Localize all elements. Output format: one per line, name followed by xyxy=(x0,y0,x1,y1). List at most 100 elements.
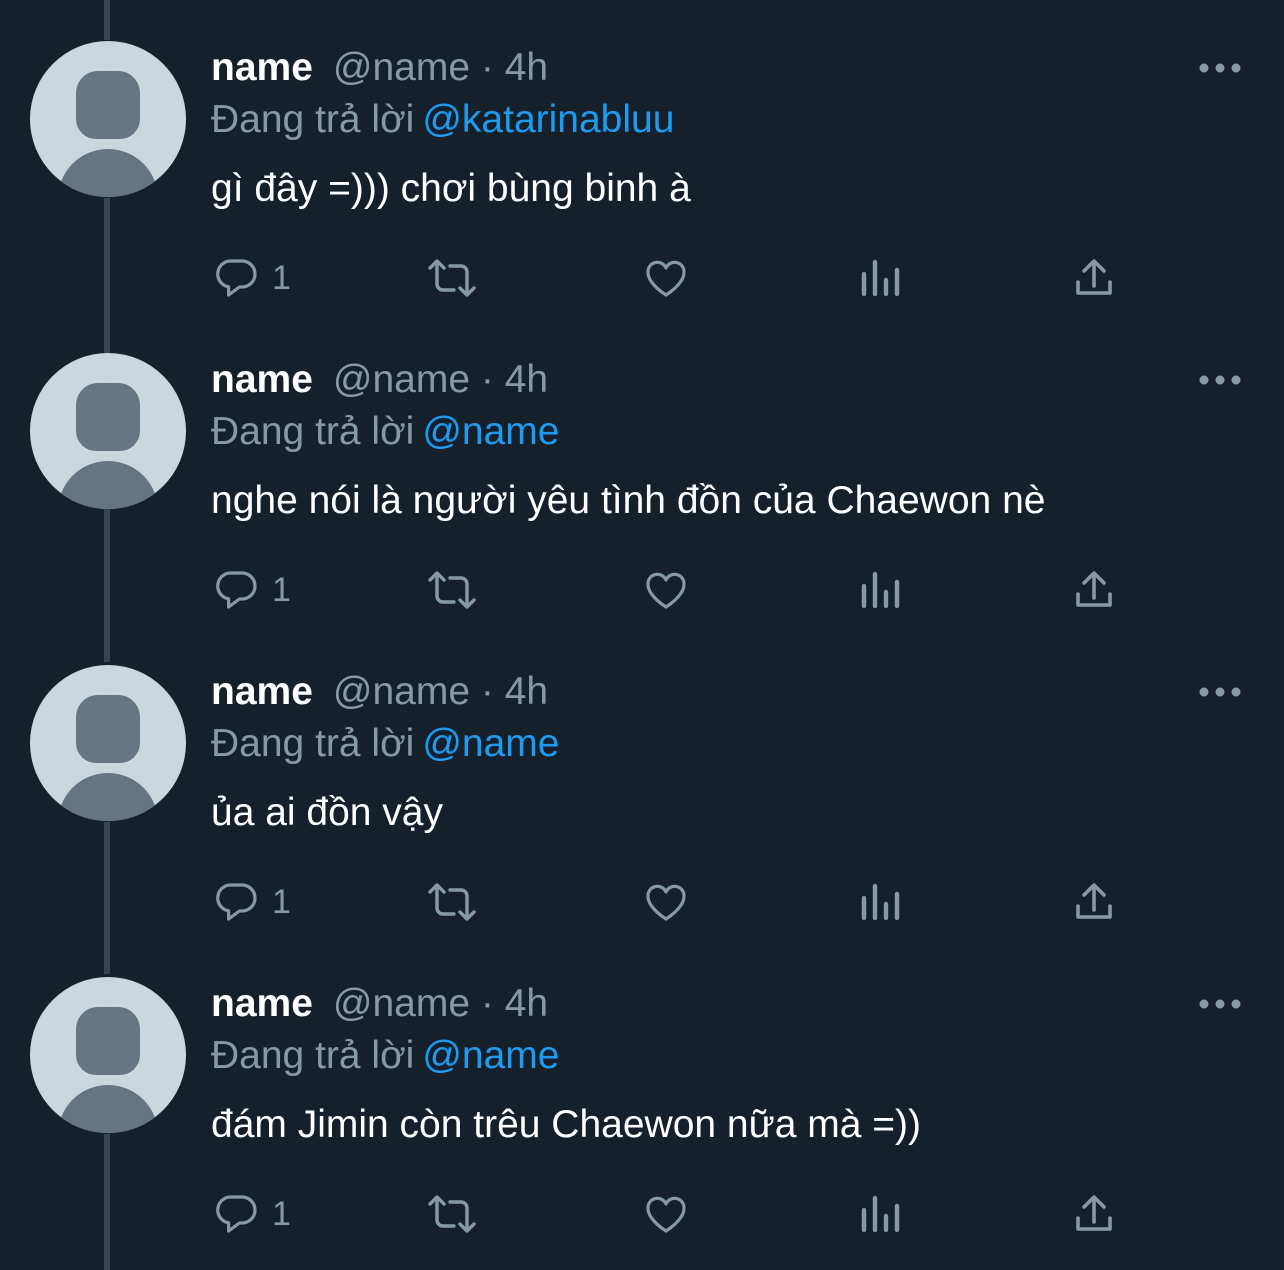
avatar[interactable] xyxy=(30,41,186,197)
avatar-body xyxy=(58,149,158,197)
tweet-header: name @name · 4h xyxy=(211,980,548,1028)
reply-label: Đang trả lời xyxy=(211,98,415,141)
reply-count: 1 xyxy=(272,570,291,609)
views-button[interactable] xyxy=(858,1186,904,1242)
share-button[interactable] xyxy=(1070,874,1118,930)
display-name[interactable]: name xyxy=(211,982,313,1025)
retweet-button[interactable] xyxy=(424,874,480,930)
tweet-meta: @name · 4h xyxy=(333,46,548,89)
like-button[interactable] xyxy=(642,562,690,618)
tweet-actions: 1 xyxy=(0,1186,1284,1242)
views-button[interactable] xyxy=(858,562,904,618)
reply-label: Đang trả lời xyxy=(211,722,415,765)
reply-label: Đang trả lời xyxy=(211,1034,415,1077)
avatar[interactable] xyxy=(30,977,186,1133)
time-separator: · xyxy=(480,670,494,713)
tweet-meta: @name · 4h xyxy=(333,358,548,401)
retweet-icon xyxy=(424,878,480,926)
tweet[interactable]: name @name · 4h Đang trả lời @name nghe nó… xyxy=(0,312,1284,624)
more-icon[interactable] xyxy=(1198,680,1242,704)
tweet-header: name @name · 4h xyxy=(211,356,548,404)
like-button[interactable] xyxy=(642,250,690,306)
retweet-button[interactable] xyxy=(424,562,480,618)
time-separator: · xyxy=(480,358,494,401)
share-button[interactable] xyxy=(1070,250,1118,306)
retweet-icon xyxy=(424,566,480,614)
share-icon xyxy=(1070,254,1118,302)
reply-button[interactable]: 1 xyxy=(212,1186,291,1242)
reply-icon xyxy=(212,566,260,614)
reply-button[interactable]: 1 xyxy=(212,562,291,618)
reply-count: 1 xyxy=(272,1194,291,1233)
display-name[interactable]: name xyxy=(211,46,313,89)
tweet-actions: 1 xyxy=(0,562,1284,618)
more-icon[interactable] xyxy=(1198,368,1242,392)
retweet-button[interactable] xyxy=(424,1186,480,1242)
reply-label: Đang trả lời xyxy=(211,410,415,453)
views-button[interactable] xyxy=(858,250,904,306)
tweet[interactable]: name @name · 4h Đang trả lời @katarinabluu… xyxy=(0,0,1284,312)
reply-context: Đang trả lời @name xyxy=(211,1032,559,1080)
reply-button[interactable]: 1 xyxy=(212,250,291,306)
views-icon xyxy=(858,254,904,302)
tweet-text: nghe nói là người yêu tình đồn của Chaew… xyxy=(211,479,1046,522)
tweet-text: gì đây =))) chơi bùng binh à xyxy=(211,167,691,210)
like-icon xyxy=(642,566,690,614)
retweet-icon xyxy=(424,1190,480,1238)
handle[interactable]: @name xyxy=(333,46,470,89)
views-icon xyxy=(858,566,904,614)
reply-count: 1 xyxy=(272,258,291,297)
timestamp[interactable]: 4h xyxy=(505,670,548,713)
reply-context: Đang trả lời @name xyxy=(211,408,559,456)
avatar[interactable] xyxy=(30,353,186,509)
reply-context: Đang trả lời @katarinabluu xyxy=(211,96,674,144)
reply-icon xyxy=(212,1190,260,1238)
avatar[interactable] xyxy=(30,665,186,821)
time-separator: · xyxy=(480,46,494,89)
like-icon xyxy=(642,1190,690,1238)
reply-mention-link[interactable]: @name xyxy=(422,410,559,453)
share-icon xyxy=(1070,878,1118,926)
retweet-icon xyxy=(424,254,480,302)
tweet-header: name @name · 4h xyxy=(211,44,548,92)
reply-mention-link[interactable]: @name xyxy=(422,1034,559,1077)
share-icon xyxy=(1070,1190,1118,1238)
more-icon[interactable] xyxy=(1198,992,1242,1016)
reply-icon xyxy=(212,878,260,926)
reply-mention-link[interactable]: @katarinabluu xyxy=(422,98,674,141)
timestamp[interactable]: 4h xyxy=(505,358,548,401)
views-button[interactable] xyxy=(858,874,904,930)
tweet[interactable]: name @name · 4h Đang trả lời @name ủa ai đ… xyxy=(0,624,1284,936)
handle[interactable]: @name xyxy=(333,982,470,1025)
time-separator: · xyxy=(480,982,494,1025)
tweet[interactable]: name @name · 4h Đang trả lời @name đám Jim… xyxy=(0,936,1284,1248)
share-button[interactable] xyxy=(1070,1186,1118,1242)
avatar-body xyxy=(58,461,158,509)
handle[interactable]: @name xyxy=(333,670,470,713)
like-button[interactable] xyxy=(642,874,690,930)
reply-button[interactable]: 1 xyxy=(212,874,291,930)
share-button[interactable] xyxy=(1070,562,1118,618)
reply-count: 1 xyxy=(272,882,291,921)
avatar-head xyxy=(76,1007,140,1075)
share-icon xyxy=(1070,566,1118,614)
views-icon xyxy=(858,878,904,926)
handle[interactable]: @name xyxy=(333,358,470,401)
avatar-head xyxy=(76,383,140,451)
tweet-header: name @name · 4h xyxy=(211,668,548,716)
display-name[interactable]: name xyxy=(211,358,313,401)
like-icon xyxy=(642,254,690,302)
tweet-meta: @name · 4h xyxy=(333,670,548,713)
timestamp[interactable]: 4h xyxy=(505,46,548,89)
display-name[interactable]: name xyxy=(211,670,313,713)
timestamp[interactable]: 4h xyxy=(505,982,548,1025)
like-icon xyxy=(642,878,690,926)
avatar-head xyxy=(76,71,140,139)
retweet-button[interactable] xyxy=(424,250,480,306)
like-button[interactable] xyxy=(642,1186,690,1242)
avatar-head xyxy=(76,695,140,763)
views-icon xyxy=(858,1190,904,1238)
reply-icon xyxy=(212,254,260,302)
more-icon[interactable] xyxy=(1198,56,1242,80)
reply-mention-link[interactable]: @name xyxy=(422,722,559,765)
